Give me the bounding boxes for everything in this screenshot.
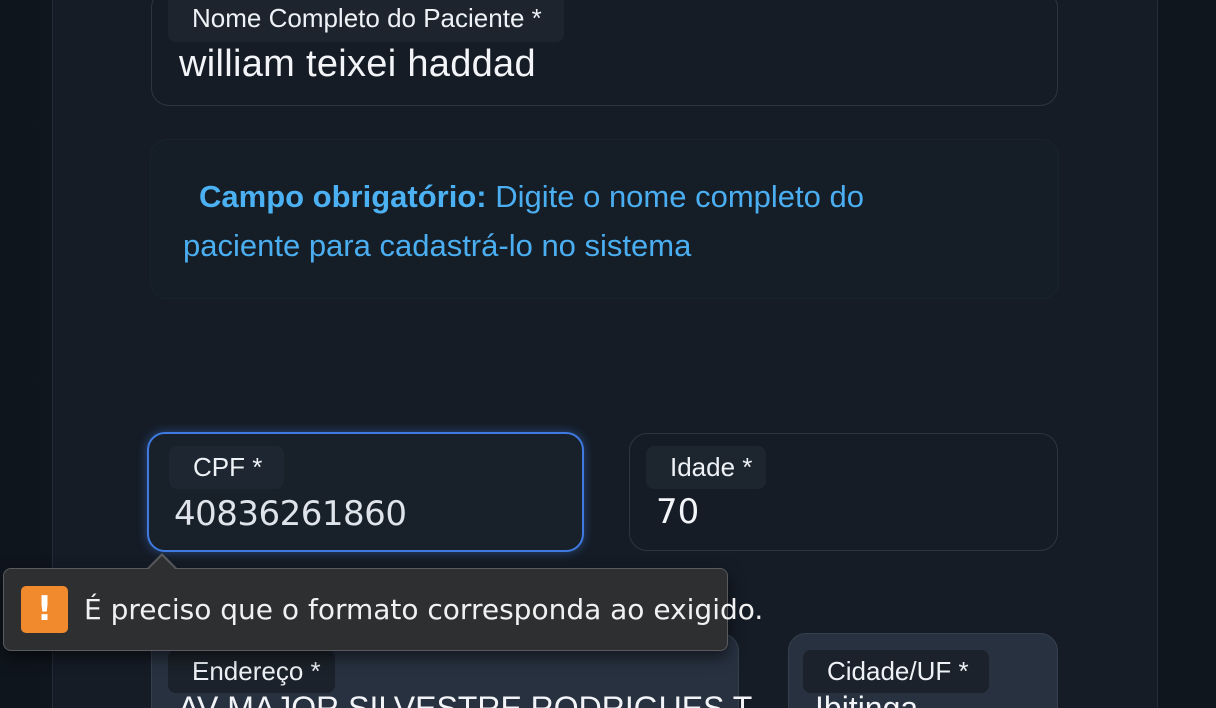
cpf-input[interactable]: 40836261860 (174, 494, 407, 534)
age-input[interactable]: 70 (656, 492, 699, 532)
age-field[interactable]: Idade * 70 (629, 433, 1058, 551)
city-field[interactable]: Cidade/UF * Ibitinga (788, 633, 1058, 708)
address-input[interactable]: AV MAJOR SILVESTRE RODRIGUES T (178, 690, 752, 708)
patient-name-field[interactable]: Nome Completo do Paciente * william teix… (151, 0, 1058, 106)
age-label: Idade * (646, 446, 767, 489)
warning-icon: ! (21, 586, 68, 633)
validation-message: É preciso que o formato corresponda ao e… (84, 593, 764, 626)
city-label: Cidade/UF * (803, 650, 989, 693)
hint-strong: Campo obrigatório: (199, 179, 487, 214)
cpf-field[interactable]: CPF * 40836261860 (147, 432, 584, 552)
city-input[interactable]: Ibitinga (815, 690, 918, 708)
cpf-label: CPF * (169, 446, 285, 489)
patient-name-label: Nome Completo do Paciente * (168, 0, 564, 42)
required-field-hint: Campo obrigatório: Digite o nome complet… (151, 140, 1058, 298)
page: Nome Completo do Paciente * william teix… (0, 0, 1216, 708)
tooltip-arrow-inner (148, 556, 176, 570)
address-label: Endereço * (168, 650, 335, 693)
patient-name-input[interactable]: william teixei haddad (179, 43, 536, 86)
validation-tooltip: ! É preciso que o formato corresponda ao… (3, 568, 763, 651)
